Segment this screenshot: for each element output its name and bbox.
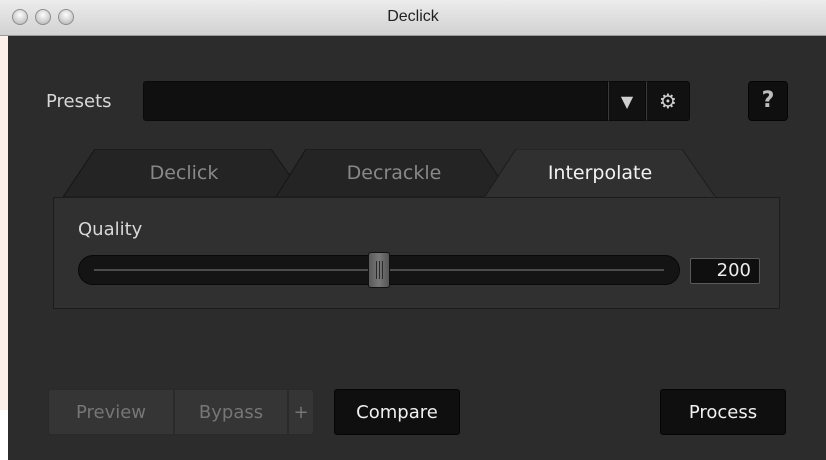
presets-field[interactable] (143, 81, 608, 121)
quality-label: Quality (78, 219, 143, 240)
tab-label: Declick (149, 162, 219, 184)
tab-decrackle[interactable]: Decrackle (276, 149, 512, 197)
tab-interpolate[interactable]: Interpolate (484, 149, 716, 198)
compare-button[interactable]: Compare (334, 389, 460, 435)
presets-label: Presets (46, 91, 112, 112)
title-bar: Declick (0, 0, 826, 36)
tab-label: Decrackle (346, 162, 442, 184)
tab-declick[interactable]: Declick (63, 149, 305, 197)
process-button[interactable]: Process (660, 389, 786, 435)
background-strip (0, 36, 8, 410)
background-strip-bottom (0, 410, 8, 460)
quality-value-field[interactable]: 200 (690, 258, 760, 284)
presets-dropdown-button[interactable]: ▼ (608, 81, 646, 121)
plus-button[interactable]: + (288, 389, 314, 435)
tab-label: Interpolate (547, 162, 653, 184)
chevron-down-icon: ▼ (620, 92, 634, 111)
quality-slider-thumb[interactable] (368, 252, 390, 288)
help-button[interactable]: ? (748, 81, 788, 121)
main-window: Presets ▼ ⚙ ? Declick Decrackle Interpol… (8, 37, 826, 460)
bypass-button[interactable]: Bypass (174, 389, 288, 435)
gear-icon: ⚙ (659, 89, 677, 113)
preview-button[interactable]: Preview (48, 389, 174, 435)
window-title: Declick (387, 8, 439, 25)
presets-settings-button[interactable]: ⚙ (646, 81, 690, 121)
interpolate-panel (53, 197, 780, 309)
